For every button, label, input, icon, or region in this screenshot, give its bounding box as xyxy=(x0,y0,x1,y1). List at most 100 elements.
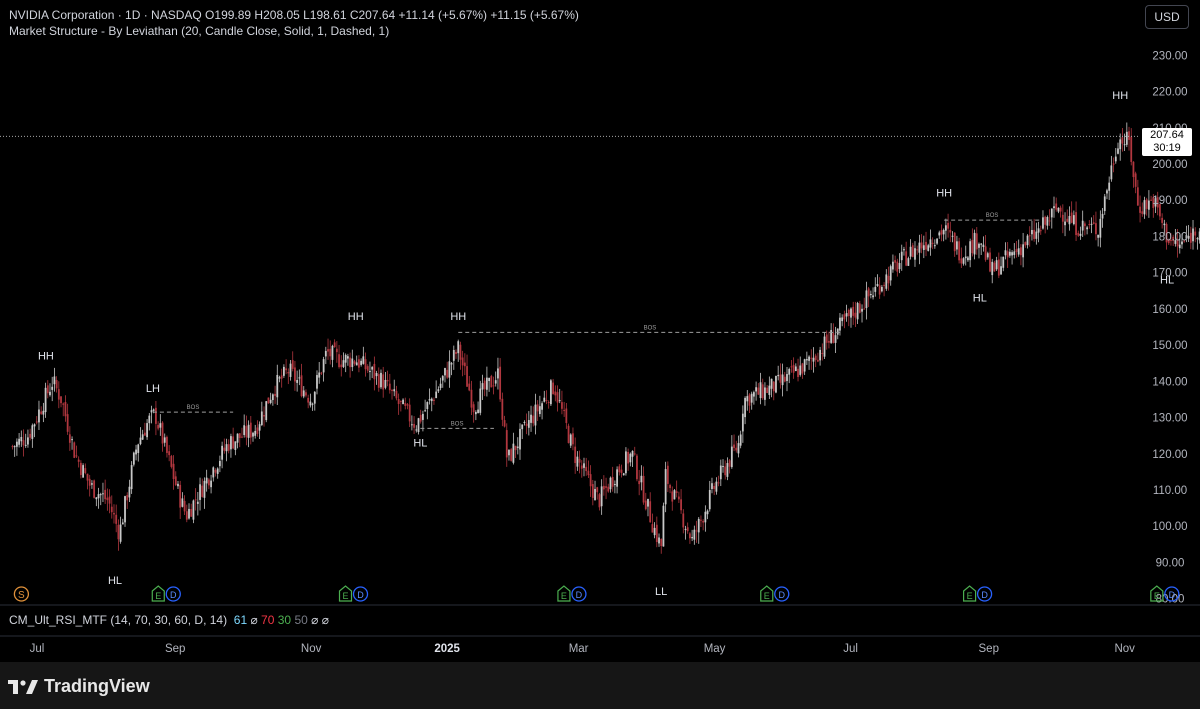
candle-body xyxy=(346,356,349,359)
candle-body xyxy=(163,437,166,443)
candle-body xyxy=(417,418,420,433)
currency-button[interactable]: USD xyxy=(1145,5,1189,29)
candle-body xyxy=(384,379,387,388)
candle-body xyxy=(380,372,382,388)
candle-body xyxy=(578,458,581,463)
candle-body xyxy=(382,374,385,390)
time-axis[interactable]: JulSepNov2025MarMayJulSepNov2026MarMayJu… xyxy=(30,643,1200,655)
candle-body xyxy=(914,248,916,260)
candle-body xyxy=(591,484,594,498)
candle-body xyxy=(1072,215,1075,225)
candle-body xyxy=(516,446,519,448)
market-structure-overlay: BOSBOSBOSBOSBOSBOSHHHLLHHHHHHLLLHHHLHHHL… xyxy=(0,90,1174,598)
split-event-label: S xyxy=(18,590,25,601)
candle-body xyxy=(236,433,239,443)
candle-body xyxy=(172,463,175,480)
indicator-legend[interactable]: Market Structure - By Leviathan (20, Can… xyxy=(9,24,389,38)
candle-body xyxy=(1163,223,1166,226)
candle-body xyxy=(869,294,872,296)
candle-body xyxy=(190,509,193,517)
candle-body xyxy=(11,446,14,448)
candle-body xyxy=(181,498,184,507)
candle-body xyxy=(805,359,808,361)
candle-body xyxy=(580,465,583,469)
candle-body xyxy=(1011,252,1013,256)
candle-body xyxy=(40,411,43,414)
candle-body xyxy=(772,381,775,392)
candle-body xyxy=(355,362,358,366)
candle-body xyxy=(986,253,989,258)
candle-body xyxy=(682,513,685,528)
candle-body xyxy=(764,387,766,400)
candle-body xyxy=(958,241,961,261)
candle-body xyxy=(733,444,735,448)
candle-body xyxy=(68,434,71,443)
candle-body xyxy=(883,284,885,286)
candle-body xyxy=(512,443,515,463)
candle-body xyxy=(404,403,407,407)
candle-body xyxy=(841,317,844,322)
candle-body xyxy=(486,377,488,390)
candle-body xyxy=(168,451,171,456)
candle-body xyxy=(1013,251,1016,255)
candle-body xyxy=(980,243,983,245)
candle-body xyxy=(978,243,980,248)
candle-body xyxy=(700,519,702,521)
price-chart[interactable]: BOSBOSBOSBOSBOSBOSHHHLLHHHHHHLLLHHHLHHHL… xyxy=(0,0,1200,662)
candle-body xyxy=(523,421,526,423)
candle-body xyxy=(1099,218,1102,238)
candle-body xyxy=(179,484,182,508)
candle-body xyxy=(102,493,104,495)
candle-body xyxy=(753,392,755,397)
candle-body xyxy=(695,530,698,532)
candle-body xyxy=(399,400,402,402)
candle-body xyxy=(305,392,307,396)
candle-body xyxy=(422,413,424,420)
candle-body xyxy=(369,370,371,372)
candle-body xyxy=(241,436,243,438)
candle-body xyxy=(867,288,870,297)
candle-body xyxy=(375,373,378,377)
structure-label-hl: HL xyxy=(413,438,427,450)
rsi-indicator-legend[interactable]: CM_Ult_RSI_MTF (14, 70, 30, 60, D, 14) 6… xyxy=(9,613,329,627)
candle-body xyxy=(741,413,744,432)
candle-body xyxy=(589,474,592,487)
candle-body xyxy=(1077,232,1080,236)
candle-body xyxy=(260,411,263,425)
candle-body xyxy=(543,397,546,402)
candle-body xyxy=(424,410,427,412)
event-markers[interactable]: SEDEDEDEDEDEDED⚡E xyxy=(13,585,1200,602)
candle-body xyxy=(342,360,345,367)
candle-body xyxy=(141,434,144,440)
candle-body xyxy=(503,420,506,427)
y-tick-label: 180.00 xyxy=(1152,231,1187,243)
candle-body xyxy=(627,451,630,464)
candle-body xyxy=(916,249,919,251)
candle-body xyxy=(997,259,1000,276)
candle-body xyxy=(274,393,276,396)
candle-body xyxy=(777,375,780,377)
candle-body xyxy=(1006,251,1009,258)
candle-body xyxy=(1066,218,1069,222)
candle-body xyxy=(38,409,40,423)
candle-body xyxy=(616,469,618,487)
tradingview-logo[interactable]: TradingView xyxy=(8,676,150,697)
candle-body xyxy=(256,427,259,434)
y-tick-label: 170.00 xyxy=(1152,268,1187,280)
candle-body xyxy=(227,444,230,451)
candle-body xyxy=(22,440,25,446)
candle-body xyxy=(697,518,700,533)
candle-body xyxy=(201,485,204,497)
candle-body xyxy=(488,377,491,382)
candle-body xyxy=(642,475,645,503)
candle-body xyxy=(547,402,550,404)
candle-body xyxy=(975,233,978,250)
candle-body xyxy=(880,286,883,292)
candle-body xyxy=(856,302,859,320)
candle-body xyxy=(249,422,252,438)
candle-body xyxy=(470,389,473,408)
symbol-ohlc-header[interactable]: NVIDIA Corporation · 1D · NASDAQ O199.89… xyxy=(9,8,579,22)
candle-body xyxy=(113,512,115,515)
candle-body xyxy=(177,483,179,487)
candle-body xyxy=(613,484,616,486)
